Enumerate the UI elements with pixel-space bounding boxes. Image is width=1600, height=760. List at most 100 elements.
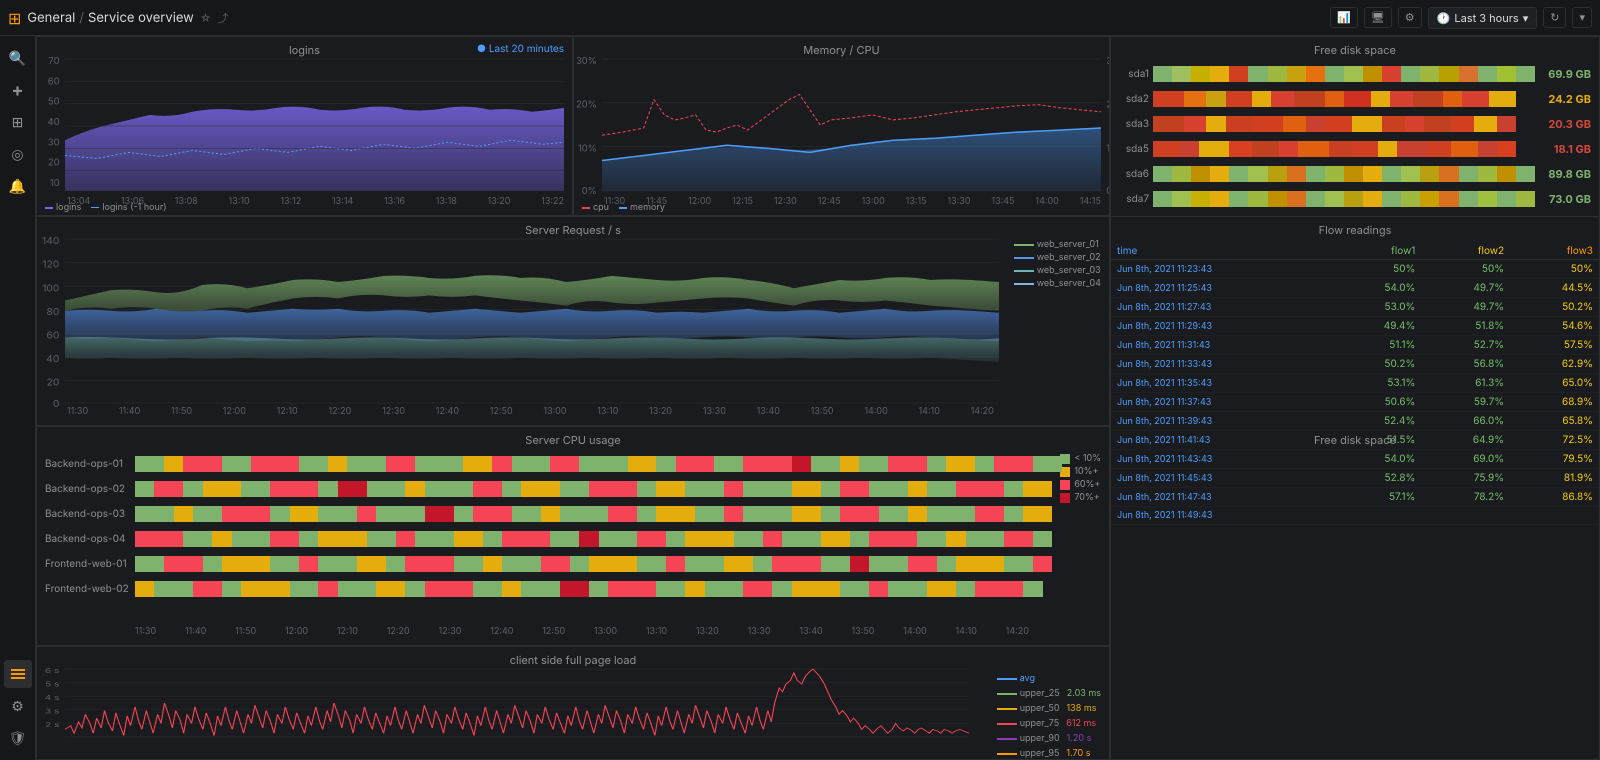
topbar: ⊞ General / Service overview ☆ ⤴ 📊 🖥 ⚙ 🕐… (0, 0, 1600, 36)
breadcrumb: General / Service overview (27, 10, 193, 26)
svg-text:80: 80 (46, 307, 59, 317)
settings-button[interactable]: ⚙ (1398, 7, 1422, 28)
topbar-right: 📊 🖥 ⚙ 🕐 Last 3 hours ▾ ↻ ▾ (1330, 7, 1592, 29)
flow-flow3: 65.8% (1510, 412, 1599, 431)
star-icon[interactable]: ☆ (200, 11, 212, 25)
svg-text:4 s: 4 s (45, 694, 60, 702)
sidebar-item-search[interactable]: 🔍 (4, 44, 32, 72)
layout-button[interactable]: 🖥 (1364, 7, 1392, 28)
time-range-label: Last 3 hours (1454, 11, 1518, 25)
flow-table-row: Jun 8th, 2021 11:47:4357.1%78.2%86.8% (1111, 488, 1599, 507)
sidebar-item-add[interactable]: + (4, 76, 32, 104)
chevron-down-icon: ▾ (1523, 11, 1529, 25)
heatmap-row-frontend-web-02: Frontend-web-02 (45, 578, 1101, 600)
svg-text:60: 60 (48, 77, 60, 88)
svg-text:120: 120 (42, 260, 59, 270)
memory-legend: cpu memory (582, 202, 665, 213)
disk-label-sda1: sda1 (1119, 68, 1149, 80)
logins-subtitle: ● Last 20 minutes (477, 43, 564, 55)
panel-server-req: Server Request / s web_server_01 web_ser… (36, 216, 1110, 426)
flow-time: Jun 8th, 2021 11:47:43 (1111, 488, 1332, 507)
flow-time: Jun 8th, 2021 11:41:43 (1111, 431, 1332, 450)
flow-flow3: 79.5% (1510, 450, 1599, 469)
panel-logins: logins ● Last 20 minutes 70 60 50 (36, 36, 573, 216)
heatmap-row-backend-ops-02: Backend-ops-02 (45, 478, 1101, 500)
flow-time: Jun 8th, 2021 11:25:43 (1111, 279, 1332, 298)
flow-flow3: 57.5% (1510, 336, 1599, 355)
heatmap-container: Backend-ops-01 Backend-ops-02 Backend-op… (37, 427, 1109, 645)
flow-flow3: 86.8% (1510, 488, 1599, 507)
flow-flow2: 50% (1421, 260, 1510, 279)
breadcrumb-sep: / (79, 10, 84, 26)
flow-table-row: Jun 8th, 2021 11:43:4354.0%69.0%79.5% (1111, 450, 1599, 469)
memory-cpu-chart: 30% 20% 10% 0% 30 B 20 B 10 B 0 B (602, 59, 1101, 191)
flow-flow1: 49.4% (1332, 317, 1422, 336)
sidebar-item-settings[interactable]: ⚙ (4, 692, 32, 720)
flow-table-row: Jun 8th, 2021 11:31:4351.1%52.7%57.5% (1111, 336, 1599, 355)
flow-flow1: 52.4% (1332, 412, 1422, 431)
flow-table-row: Jun 8th, 2021 11:35:4353.1%61.3%65.0% (1111, 374, 1599, 393)
server-req-title: Server Request / s (525, 223, 621, 237)
logins-title: logins (289, 43, 320, 57)
flow-col-flow3: flow3 (1510, 243, 1599, 260)
svg-text:20: 20 (48, 158, 60, 169)
server-req-x-axis: 11:3011:4011:5012:0012:1012:2012:3012:40… (67, 406, 994, 417)
flow-table-row: Jun 8th, 2021 11:23:4350%50%50% (1111, 260, 1599, 279)
sidebar-item-alerts[interactable]: 🔔 (4, 172, 32, 200)
heatmap-row-backend-ops-01: Backend-ops-01 (45, 453, 1101, 475)
clock-icon: 🕐 (1437, 11, 1451, 25)
flow-flow3: 68.9% (1510, 393, 1599, 412)
sidebar-item-compass[interactable]: ◎ (4, 140, 32, 168)
flow-time: Jun 8th, 2021 11:29:43 (1111, 317, 1332, 336)
disk-bar-sda1 (1153, 66, 1535, 82)
flow-table-row: Jun 8th, 2021 11:37:4350.6%59.7%68.9% (1111, 393, 1599, 412)
memory-cpu-title: Memory / CPU (803, 43, 879, 57)
sidebar-item-layers[interactable] (4, 660, 32, 688)
flow-time: Jun 8th, 2021 11:49:43 (1111, 507, 1332, 525)
flow-table: time flow1 flow2 flow3 Jun 8th, 2021 11:… (1111, 217, 1599, 759)
flow-time: Jun 8th, 2021 11:31:43 (1111, 336, 1332, 355)
flow-table-row: Jun 8th, 2021 11:39:4352.4%66.0%65.8% (1111, 412, 1599, 431)
breadcrumb-home[interactable]: General (27, 10, 75, 26)
flow-time: Jun 8th, 2021 11:27:43 (1111, 298, 1332, 317)
svg-text:100: 100 (42, 284, 59, 294)
panel-flow-readings: Flow readings time flow1 flow2 flow3 Jun… (1110, 216, 1600, 760)
disk-row-sda5: sda5 (1119, 138, 1591, 160)
panel-cpu-usage: Server CPU usage < 10% 10%+ 60%+ 70%+ Ba… (36, 426, 1110, 646)
flow-flow2: 64.9% (1421, 431, 1510, 450)
flow-flow3: 81.9% (1510, 469, 1599, 488)
disk-row-sda2: sda2 (1119, 88, 1591, 110)
flow-time: Jun 8th, 2021 11:37:43 (1111, 393, 1332, 412)
flow-table-row: Jun 8th, 2021 11:25:4354.0%49.7%44.5% (1111, 279, 1599, 298)
cpu-usage-title: Server CPU usage (525, 433, 620, 447)
svg-text:30%: 30% (576, 56, 597, 67)
svg-text:2 s: 2 s (45, 722, 60, 730)
refresh-button[interactable]: ↻ (1543, 7, 1566, 28)
flow-col-time: time (1111, 243, 1332, 260)
flow-flow3: 50.2% (1510, 298, 1599, 317)
flow-flow2: 61.3% (1421, 374, 1510, 393)
disk-row-sda3: sda3 (1119, 113, 1591, 135)
sidebar-item-shield[interactable]: 🛡 (4, 724, 32, 752)
flow-flow2: 49.7% (1421, 298, 1510, 317)
sidebar-item-apps[interactable]: ⊞ (4, 108, 32, 136)
flow-flow2: 59.7% (1421, 393, 1510, 412)
flow-flow3: 62.9% (1510, 355, 1599, 374)
svg-text:20%: 20% (576, 100, 597, 111)
flow-table-row: Jun 8th, 2021 11:49:43 (1111, 507, 1599, 525)
flow-flow3: 44.5% (1510, 279, 1599, 298)
flow-flow1 (1332, 507, 1422, 525)
flow-title: Flow readings (1319, 223, 1392, 237)
flow-col-flow1: flow1 (1332, 243, 1422, 260)
disk-row-sda6: sda6 (1119, 163, 1591, 185)
time-range-picker[interactable]: 🕐 Last 3 hours ▾ (1428, 7, 1538, 29)
add-panel-button[interactable]: 📊 (1330, 7, 1358, 28)
expand-button[interactable]: ▾ (1572, 7, 1592, 28)
flow-flow2: 56.8% (1421, 355, 1510, 374)
svg-text:10%: 10% (578, 143, 597, 154)
flow-time: Jun 8th, 2021 11:23:43 (1111, 260, 1332, 279)
svg-text:50: 50 (48, 97, 60, 108)
share-icon[interactable]: ⤴ (217, 10, 228, 26)
svg-text:6 s: 6 s (45, 667, 60, 675)
svg-text:60: 60 (46, 331, 59, 341)
